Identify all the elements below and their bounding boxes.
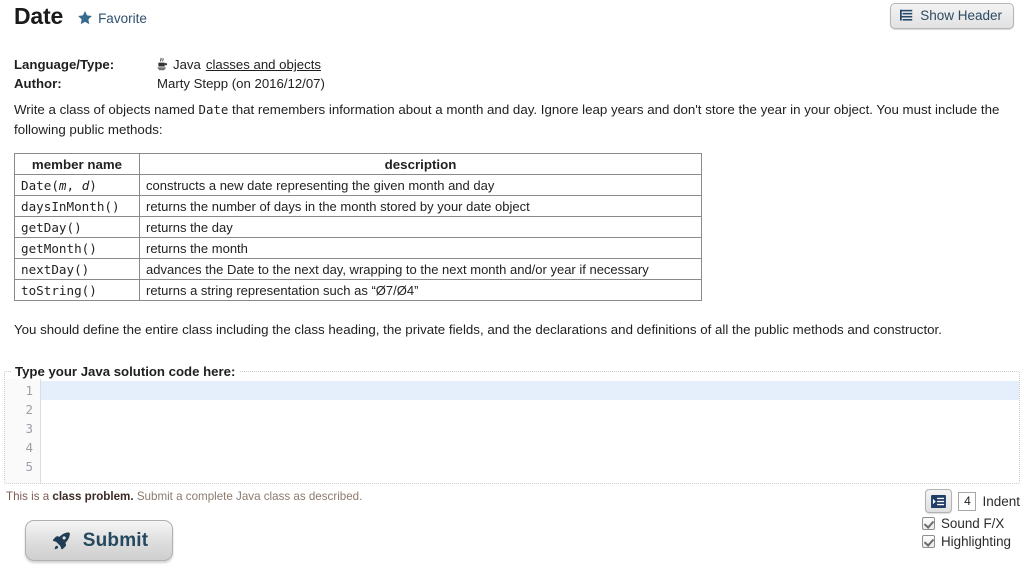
title-row: Date Favorite xyxy=(14,2,147,30)
line-number: 5 xyxy=(5,457,40,476)
cell-description: advances the Date to the next day, wrapp… xyxy=(140,259,702,280)
code-line[interactable] xyxy=(41,381,1019,400)
align-left-lines-icon xyxy=(900,9,914,22)
member-separator: , xyxy=(67,178,82,193)
category-link[interactable]: classes and objects xyxy=(206,55,321,74)
cell-description: returns the month xyxy=(140,238,702,259)
code-input-area[interactable] xyxy=(41,379,1019,483)
problem-page: Date Favorite Show Header Language/Type: xyxy=(0,0,1024,587)
cell-description: constructs a new date representing the g… xyxy=(140,175,702,196)
meta-label-language: Language/Type: xyxy=(14,55,157,74)
editor-options: Indent Sound F/X Highlighting xyxy=(900,489,1020,549)
meta-value-author: Marty Stepp (on 2016/12/07) xyxy=(157,74,325,93)
meta-block: Language/Type: Java classes and objects … xyxy=(14,55,325,93)
member-param-1: m xyxy=(59,178,67,193)
sound-fx-label: Sound F/X xyxy=(941,516,1004,531)
code-line[interactable] xyxy=(41,400,1019,419)
cell-member-name: getDay() xyxy=(15,217,140,238)
problem-closing-note: You should define the entire class inclu… xyxy=(14,320,1014,340)
show-header-button[interactable]: Show Header xyxy=(890,3,1014,29)
table-row: getDay() returns the day xyxy=(15,217,702,238)
star-icon xyxy=(77,10,93,26)
indent-label: Indent xyxy=(982,494,1020,509)
line-number: 4 xyxy=(5,438,40,457)
code-editor-fieldset: Type your Java solution code here: 1 2 3… xyxy=(4,364,1020,484)
code-line[interactable] xyxy=(41,419,1019,438)
meta-label-author: Author: xyxy=(14,74,157,93)
table-row: toString() returns a string representati… xyxy=(15,280,702,301)
submit-button[interactable]: Submit xyxy=(25,520,173,561)
highlighting-option[interactable]: Highlighting xyxy=(900,534,1020,549)
code-line[interactable] xyxy=(41,438,1019,457)
meta-row-author: Author: Marty Stepp (on 2016/12/07) xyxy=(14,74,325,93)
submit-label: Submit xyxy=(83,530,149,552)
highlighting-checkbox[interactable] xyxy=(922,535,935,548)
meta-value-language: Java classes and objects xyxy=(157,55,321,74)
status-prefix: This is a xyxy=(6,490,52,503)
favorite-toggle[interactable]: Favorite xyxy=(77,6,147,26)
cell-description: returns a string representation such as … xyxy=(140,280,702,301)
status-bold: class problem. xyxy=(52,490,133,503)
cell-member-name: nextDay() xyxy=(15,259,140,280)
cell-description: returns the number of days in the month … xyxy=(140,196,702,217)
column-header-member-name: member name xyxy=(15,154,140,175)
cell-member-name: Date(m, d) xyxy=(15,175,140,196)
indent-size-input[interactable] xyxy=(958,492,976,511)
status-suffix: Submit a complete Java class as describe… xyxy=(134,490,363,503)
page-title: Date xyxy=(14,2,63,30)
description-intro: Write a class of objects named xyxy=(14,102,199,117)
line-number: 1 xyxy=(5,381,40,400)
code-line[interactable] xyxy=(41,457,1019,476)
sound-fx-checkbox[interactable] xyxy=(922,517,935,530)
code-editor-legend: Type your Java solution code here: xyxy=(11,364,239,379)
sound-fx-option[interactable]: Sound F/X xyxy=(900,516,1020,531)
rocket-icon xyxy=(50,530,72,552)
table-row: getMonth() returns the month xyxy=(15,238,702,259)
show-header-label: Show Header xyxy=(920,8,1002,23)
line-number: 2 xyxy=(5,400,40,419)
description-code-date: Date xyxy=(199,102,229,117)
meta-row-language: Language/Type: Java classes and objects xyxy=(14,55,325,74)
indent-increase-icon xyxy=(931,495,946,508)
table-row: daysInMonth() returns the number of days… xyxy=(15,196,702,217)
problem-description: Write a class of objects named Date that… xyxy=(14,100,1009,140)
java-cup-icon xyxy=(157,57,168,71)
cell-member-name: toString() xyxy=(15,280,140,301)
cell-description: returns the day xyxy=(140,217,702,238)
indent-row: Indent xyxy=(900,489,1020,513)
favorite-label: Favorite xyxy=(98,11,147,26)
highlighting-label: Highlighting xyxy=(941,534,1011,549)
status-text: This is a class problem. Submit a comple… xyxy=(6,490,362,503)
code-editor[interactable]: 1 2 3 4 5 xyxy=(5,379,1019,483)
member-prefix: Date( xyxy=(21,178,59,193)
member-suffix: ) xyxy=(89,178,97,193)
table-header-row: member name description xyxy=(15,154,702,175)
column-header-description: description xyxy=(140,154,702,175)
line-number-gutter: 1 2 3 4 5 xyxy=(5,379,41,483)
cell-member-name: daysInMonth() xyxy=(15,196,140,217)
line-number: 3 xyxy=(5,419,40,438)
members-table: member name description Date(m, d) const… xyxy=(14,153,702,301)
table-row: Date(m, d) constructs a new date represe… xyxy=(15,175,702,196)
cell-member-name: getMonth() xyxy=(15,238,140,259)
meta-language-value: Java xyxy=(173,55,201,74)
table-row: nextDay() advances the Date to the next … xyxy=(15,259,702,280)
indent-button[interactable] xyxy=(925,489,952,513)
